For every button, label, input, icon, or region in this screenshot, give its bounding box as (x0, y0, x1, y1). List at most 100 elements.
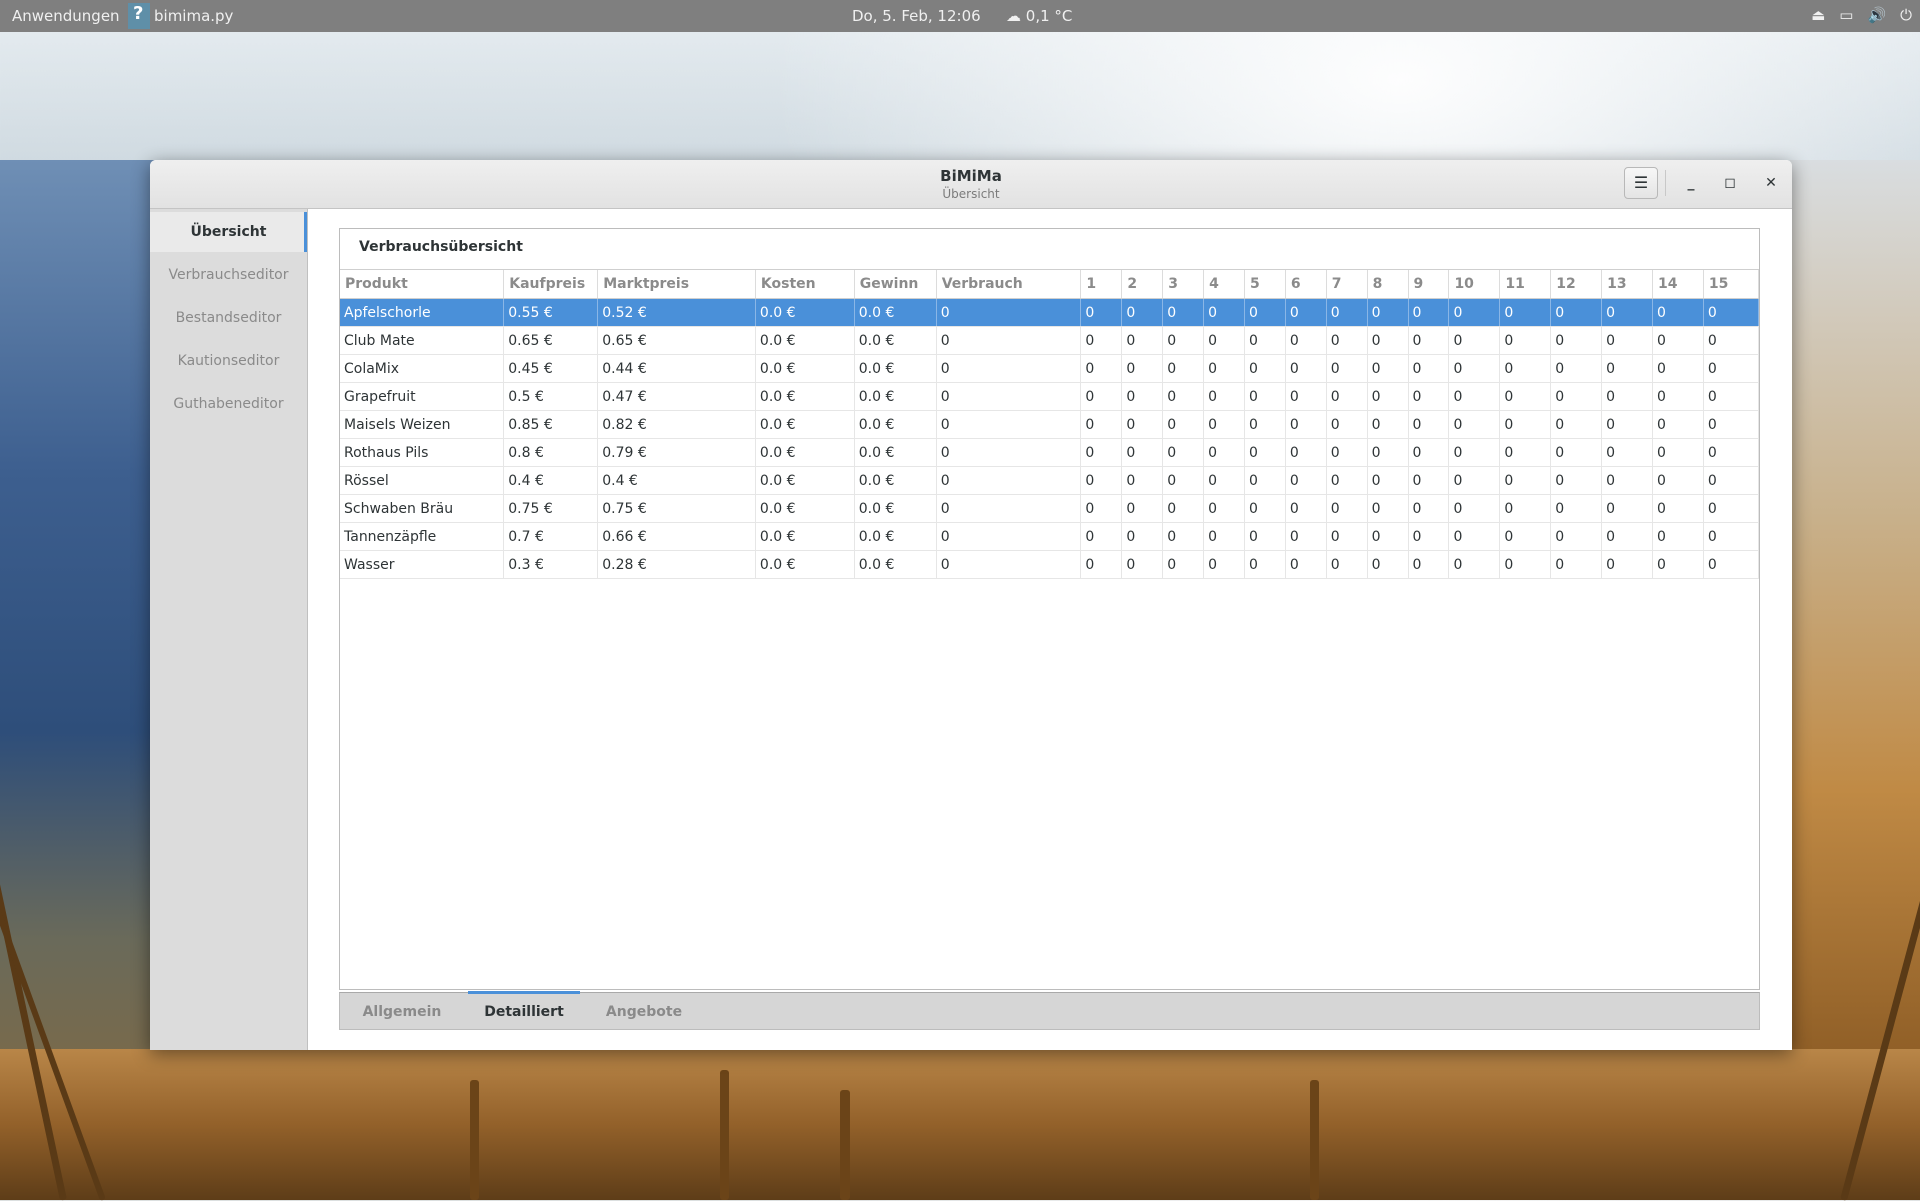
table-cell: 0 (1244, 410, 1286, 439)
column-header[interactable]: 14 (1652, 270, 1704, 299)
column-header[interactable]: 1 (1080, 270, 1123, 299)
table-cell: 0.0 € (854, 382, 937, 411)
table-cell: 0 (1703, 494, 1760, 523)
column-header[interactable]: 12 (1550, 270, 1603, 299)
table-cell: 0 (1550, 466, 1603, 495)
table-row[interactable]: Club Mate 0.65 €0.65 €0.0 €0.0 €0 0 0 0 0 0 0 0 0… (340, 326, 1760, 355)
table-cell: 0 (1601, 438, 1653, 467)
tab-allgemein[interactable]: Allgemein (362, 993, 442, 1029)
table-cell: 0 (1550, 550, 1603, 579)
column-header[interactable]: Kaufpreis (503, 270, 599, 299)
app-menu[interactable]: bimima.py (128, 2, 233, 30)
table-cell: 0 (1162, 550, 1205, 579)
close-button[interactable]: ✕ (1758, 170, 1784, 196)
table-cell: 0 (1285, 326, 1327, 355)
applications-menu[interactable]: Anwendungen (12, 7, 120, 25)
column-header[interactable]: 4 (1203, 270, 1245, 299)
table-row[interactable]: Wasser 0.3 €0.28 €0.0 €0.0 €0 0 0 0 0 0 0 0 0 0 0 0 0… (340, 550, 1760, 579)
table-row[interactable]: Schwaben Bräu 0.75 €0.75 €0.0 €0.0 €0 0 0 0 0… (340, 494, 1760, 523)
table-row[interactable]: ColaMix 0.45 €0.44 €0.0 €0.0 €0 0 0 0 0 0 0 0 0 0 0… (340, 354, 1760, 383)
table-cell: 0 (1448, 354, 1501, 383)
column-header[interactable]: 5 (1244, 270, 1286, 299)
minimize-button[interactable]: _ (1678, 170, 1704, 196)
table-cell: 0 (1499, 494, 1552, 523)
column-header[interactable]: 3 (1162, 270, 1205, 299)
table-cell: 0 (1601, 298, 1653, 327)
sidebar-item-bestandseditor[interactable]: Bestandseditor (150, 298, 307, 338)
wallpaper-field (1790, 160, 1920, 1060)
table-cell: 0 (1285, 438, 1327, 467)
table-header: Produkt Kaufpreis Marktpreis Kosten Gewinn Ve… (340, 270, 1760, 299)
column-header[interactable]: 15 (1703, 270, 1760, 299)
table-cell: 0.0 € (755, 550, 855, 579)
table-cell: 0 (1121, 438, 1164, 467)
table-cell: 0 (1601, 410, 1653, 439)
table-cell: 0 (1285, 494, 1327, 523)
table-cell: 0 (1244, 382, 1286, 411)
column-header[interactable]: Gewinn (854, 270, 937, 299)
table-cell: 0 (1326, 298, 1368, 327)
table-cell: 0 (1080, 494, 1123, 523)
menu-button[interactable]: ☰ (1624, 167, 1658, 199)
hamburger-icon: ☰ (1633, 173, 1649, 192)
tab-detailliert[interactable]: Detailliert (468, 991, 580, 1029)
table-cell: 0 (1162, 494, 1205, 523)
column-header[interactable]: Marktpreis (597, 270, 756, 299)
table-cell: 0 (1203, 494, 1245, 523)
table-row[interactable]: Rössel 0.4 €0.4 €0.0 €0.0 €0 0 0 0 0 0 0 0 0 0 0 0 0 0… (340, 466, 1760, 495)
column-header[interactable]: 6 (1285, 270, 1327, 299)
weather-temperature: 0,1 °C (1025, 7, 1073, 25)
table-cell: 0 (1080, 466, 1123, 495)
table-cell: 0.8 € (503, 438, 599, 467)
table-row[interactable]: Apfelschorle 0.55 €0.52 €0.0 €0.0 €0 0 0 0 0 0… (340, 298, 1760, 327)
table-cell: 0 (1121, 466, 1164, 495)
power-icon[interactable]: ⏻ (1900, 6, 1912, 24)
table-cell: 0 (1448, 466, 1501, 495)
column-header[interactable]: Produkt (340, 270, 505, 299)
sidebar-item-guthabeneditor[interactable]: Guthabeneditor (150, 384, 307, 424)
app-window: BiMiMa Übersicht ☰ _ ◻ ✕ Übersicht Verbr… (150, 160, 1792, 1050)
column-header[interactable]: Verbrauch (936, 270, 1082, 299)
table-cell: 0 (1285, 298, 1327, 327)
table-cell: 0 (1367, 466, 1409, 495)
column-header[interactable]: Kosten (755, 270, 855, 299)
wallpaper-sea (0, 160, 170, 1200)
network-icon[interactable]: ▭ (1839, 6, 1853, 24)
clock[interactable]: Do, 5. Feb, 12:06 (852, 7, 981, 25)
sidebar-item-kautionseditor[interactable]: Kautionseditor (150, 341, 307, 381)
table-cell: 0 (1326, 466, 1368, 495)
column-header[interactable]: 10 (1448, 270, 1501, 299)
table-cell: 0 (1499, 466, 1552, 495)
table-cell: Maisels Weizen (340, 410, 505, 439)
table-cell: 0 (1285, 410, 1327, 439)
column-header[interactable]: 11 (1499, 270, 1552, 299)
table-row[interactable]: Rothaus Pils 0.8 €0.79 €0.0 €0.0 €0 0 0 0 0 0 0… (340, 438, 1760, 467)
sidebar-item-uebersicht[interactable]: Übersicht (150, 212, 307, 252)
table-row[interactable]: Tannenzäpfle 0.7 €0.66 €0.0 €0.0 €0 0 0 0 0 0 0… (340, 522, 1760, 551)
column-header[interactable]: 9 (1408, 270, 1450, 299)
table-cell: 0 (1652, 410, 1704, 439)
table-cell: 0 (1244, 326, 1286, 355)
table-cell: 0 (1326, 494, 1368, 523)
column-header[interactable]: 13 (1601, 270, 1653, 299)
maximize-button[interactable]: ◻ (1717, 170, 1743, 196)
weather-indicator[interactable]: ☁ 0,1 °C (1006, 7, 1072, 25)
volume-icon[interactable]: 🔊 (1867, 6, 1886, 24)
table-cell: 0 (1367, 298, 1409, 327)
table-cell: 0 (1203, 410, 1245, 439)
eject-icon[interactable]: ⏏ (1811, 6, 1825, 24)
sidebar-item-verbrauchseditor[interactable]: Verbrauchseditor (150, 255, 307, 295)
table-cell: 0 (1408, 410, 1450, 439)
table-row[interactable]: Maisels Weizen 0.85 €0.82 €0.0 €0.0 €0 0 0 0… (340, 410, 1760, 439)
table-cell: 0.0 € (854, 550, 937, 579)
table-cell: 0 (1121, 382, 1164, 411)
table-cell: 0.0 € (854, 410, 937, 439)
table-cell: 0 (1499, 354, 1552, 383)
column-header[interactable]: 7 (1326, 270, 1368, 299)
table-row[interactable]: Grapefruit 0.5 €0.47 €0.0 €0.0 €0 0 0 0 0 0 0 0 0… (340, 382, 1760, 411)
column-header[interactable]: 8 (1367, 270, 1409, 299)
column-header[interactable]: 2 (1121, 270, 1164, 299)
table-cell: 0 (1652, 438, 1704, 467)
tab-angebote[interactable]: Angebote (602, 993, 686, 1029)
table-cell: 0 (1162, 466, 1205, 495)
